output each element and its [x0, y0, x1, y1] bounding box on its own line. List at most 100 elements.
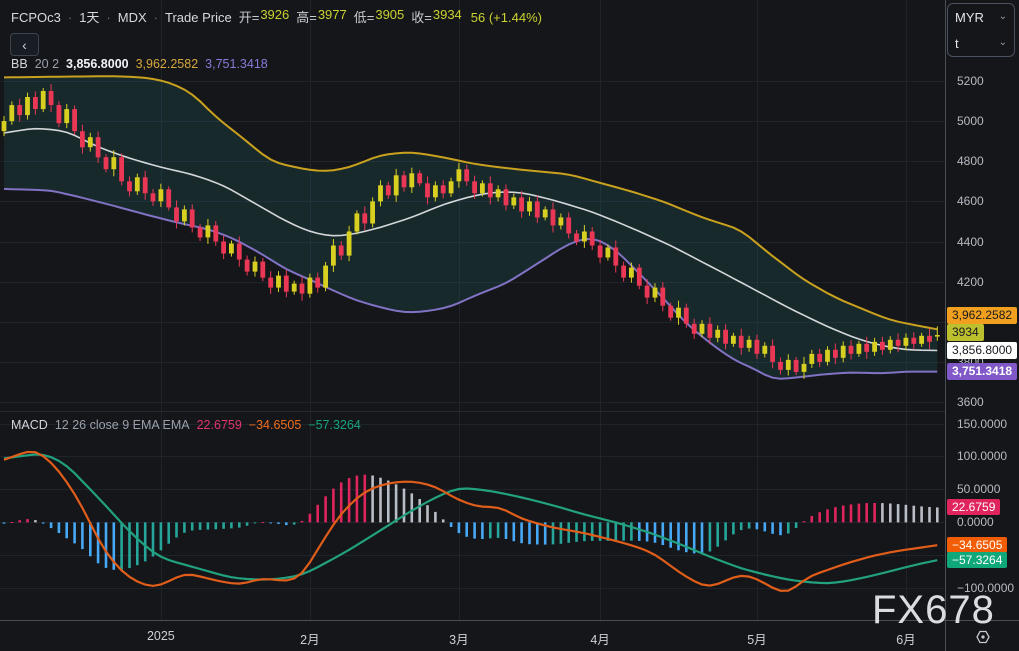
high-field: 高= 3977 [296, 7, 347, 26]
candle-body-down [817, 353, 823, 362]
macd-histogram-bar [136, 522, 139, 566]
macd-histogram-bar [253, 522, 257, 524]
macd-histogram-bar [528, 522, 531, 545]
macd-histogram-bar [841, 505, 845, 523]
macd-status-row[interactable]: MACD 12 26 close 9 EMA EMA 22.6759 −34.6… [11, 418, 361, 432]
macd-histogram-bar [465, 522, 468, 537]
candle-body-down [127, 181, 132, 192]
candle-body-down [142, 177, 148, 194]
candle-body-up [433, 185, 438, 198]
candle-body-up [785, 359, 791, 370]
candle-body-up [629, 267, 634, 278]
macd-histogram-bar [261, 522, 265, 524]
macd-histogram-bar [810, 515, 814, 523]
candle-body-down [283, 275, 289, 292]
candle-body-down [613, 247, 619, 266]
macd-tick-label: 100.0000 [957, 449, 1008, 464]
candle-body-down [48, 91, 54, 105]
candle-body-down [848, 345, 854, 354]
candle-body-up [527, 201, 532, 212]
macd-histogram-bar [269, 522, 272, 524]
currency-dropdown[interactable]: MYR ⌄ [948, 4, 1014, 30]
candle-body-down [911, 337, 917, 344]
macd-histogram-bar [457, 522, 461, 534]
candle-body-down [833, 349, 838, 358]
macd-histogram-bar [190, 522, 194, 531]
symbol-name[interactable]: FCPOc3 [11, 10, 61, 25]
candle-body-up [409, 173, 415, 188]
candle-body-down [519, 197, 524, 212]
macd-histogram-bar [771, 522, 774, 534]
macd-histogram-bar [802, 521, 806, 523]
candle-body-down [738, 335, 744, 348]
macd-indicator-params: 12 26 close 9 EMA EMA [54, 418, 190, 432]
candle-body-down [213, 225, 219, 242]
candle-body-up [801, 363, 807, 372]
macd-histogram-value: 22.6759 [196, 418, 242, 432]
macd-histogram-bar [230, 522, 233, 529]
macd-histogram-bar [206, 522, 210, 530]
time-axis-label: 6月 [896, 633, 916, 647]
macd-histogram-bar [936, 507, 939, 523]
candle-body-down [260, 261, 266, 278]
candle-body-down [589, 231, 595, 246]
macd-histogram-bar [49, 522, 53, 529]
macd-axis[interactable]: 150.0000 100.0000 50.0000 0.0000 −100.0000 22… [946, 411, 1019, 620]
candle-body-down [754, 339, 760, 354]
candle-body-up [158, 189, 164, 202]
candle-body-up [346, 231, 352, 256]
price-axis[interactable]: 5200500048004600440042004000380036003,96… [946, 0, 1019, 411]
macd-histogram-bar [638, 522, 641, 541]
macd-histogram-bar [834, 507, 837, 523]
time-axis-label: 4月 [590, 633, 610, 647]
candle-body-down [166, 189, 172, 208]
interval-label[interactable]: 1天 [79, 7, 99, 26]
price-axis-floating-label: 3,962.2582 [947, 306, 1018, 324]
candle-body-down [119, 157, 124, 182]
candle-body-down [487, 183, 493, 198]
macd-histogram-bar [34, 520, 37, 523]
low-label: 低= [353, 10, 375, 25]
candle-body-down [80, 131, 85, 148]
macd-histogram-bar [308, 513, 312, 523]
candle-body-up [872, 341, 877, 352]
price-axis-floating-label: 3,751.3418 [947, 363, 1018, 381]
candle-body-down [644, 285, 650, 298]
macd-histogram-bar [747, 522, 751, 529]
bb-status-row[interactable]: BB 20 2 3,856.8000 3,962.2582 3,751.3418 [11, 57, 268, 71]
candle-body-up [182, 209, 187, 222]
back-button[interactable]: ‹ [10, 33, 39, 56]
chevron-down-icon: ⌄ [998, 37, 1007, 48]
candle-body-down [244, 259, 250, 272]
price-tick-label: 5200 [957, 74, 984, 88]
candle-body-up [825, 349, 830, 362]
currency-value: MYR [955, 9, 984, 25]
price-tick-label: 3600 [957, 395, 984, 409]
macd-histogram-bar [826, 509, 829, 523]
chevron-down-icon: ⌄ [998, 11, 1007, 22]
macd-histogram-bar [73, 522, 76, 544]
candle-body-down [33, 97, 38, 109]
candle-body-down [927, 335, 932, 342]
macd-histogram-bar [418, 499, 421, 523]
low-field: 低= 3905 [354, 7, 405, 26]
time-axis-label: 2月 [300, 633, 320, 647]
trading-chart-window: FCPOc3 · 1天 · MDX · Trade Price 开= 3926 高… [0, 0, 1019, 651]
high-label: 高= [296, 10, 317, 25]
macd-histogram-bar [779, 522, 782, 536]
axis-settings-icon[interactable] [973, 627, 993, 647]
time-axis[interactable]: 2025 2月 3月 4月 5月 6月 [0, 622, 1019, 651]
candle-body-up [229, 243, 234, 254]
candle-body-up [495, 189, 501, 198]
separator-dot: · [153, 10, 158, 25]
chart-canvas[interactable] [0, 0, 1019, 651]
macd-histogram-bar [739, 522, 743, 531]
low-value: 3905 [375, 7, 405, 22]
macd-histogram-bar [292, 522, 296, 525]
candle-body-down [770, 345, 775, 362]
bb-indicator-params: 20 2 [34, 57, 60, 71]
macd-tick-label: −100.0000 [957, 581, 1015, 596]
macd-histogram-bar [763, 522, 767, 532]
unit-dropdown[interactable]: t ⌄ [948, 30, 1014, 56]
candle-body-up [25, 97, 30, 116]
